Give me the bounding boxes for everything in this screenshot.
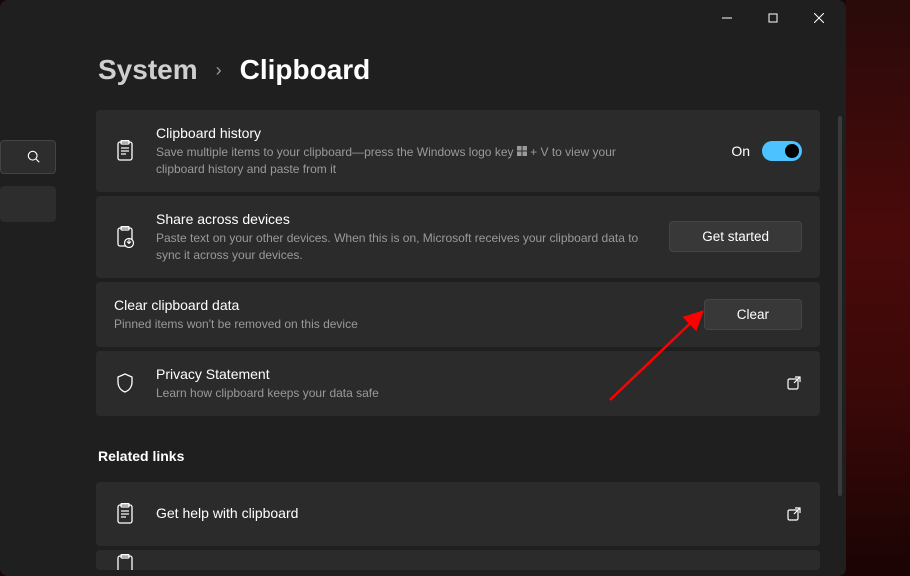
close-button[interactable] [796,2,842,34]
setting-description: Save multiple items to your clipboard—pr… [156,144,656,178]
minimize-button[interactable] [704,2,750,34]
clear-clipboard-setting: Clear clipboard data Pinned items won't … [96,282,820,347]
clipboard-history-setting: Clipboard history Save multiple items to… [96,110,820,192]
desktop-background [846,0,910,576]
external-link-icon [786,375,802,391]
clear-button[interactable]: Clear [704,299,802,330]
settings-window: System › Clipboard Clipboard history Sav… [0,0,846,576]
get-started-button[interactable]: Get started [669,221,802,252]
clipboard-icon [114,554,136,570]
maximize-button[interactable] [750,2,796,34]
setting-description: Learn how clipboard keeps your data safe [156,385,656,402]
clipboard-icon [114,140,136,162]
sidebar [0,140,56,222]
link-title: Get help with clipboard [156,504,766,522]
sidebar-search-box[interactable] [0,140,56,174]
search-icon [27,150,41,164]
get-help-link[interactable]: Get help with clipboard [96,482,820,546]
breadcrumb: System › Clipboard [96,54,820,86]
setting-title: Clear clipboard data [114,296,684,314]
breadcrumb-current: Clipboard [240,54,371,86]
scrollbar[interactable] [838,116,842,496]
clipboard-history-toggle[interactable] [762,141,802,161]
related-links-header: Related links [96,448,820,464]
window-titlebar [0,0,846,36]
windows-key-icon [517,146,527,156]
privacy-statement-link[interactable]: Privacy Statement Learn how clipboard ke… [96,351,820,416]
clipboard-icon [114,503,136,525]
setting-title: Share across devices [156,210,649,228]
external-link-icon [786,506,802,522]
additional-link[interactable] [96,550,820,570]
setting-description: Paste text on your other devices. When t… [156,230,649,264]
share-across-devices-setting: Share across devices Paste text on your … [96,196,820,278]
chevron-right-icon: › [216,60,222,81]
setting-title: Clipboard history [156,124,711,142]
sidebar-item[interactable] [0,186,56,222]
clipboard-share-icon [114,226,136,248]
setting-title: Privacy Statement [156,365,766,383]
breadcrumb-parent[interactable]: System [98,54,198,86]
setting-description: Pinned items won't be removed on this de… [114,316,614,333]
shield-icon [114,372,136,394]
toggle-state-label: On [731,143,750,159]
